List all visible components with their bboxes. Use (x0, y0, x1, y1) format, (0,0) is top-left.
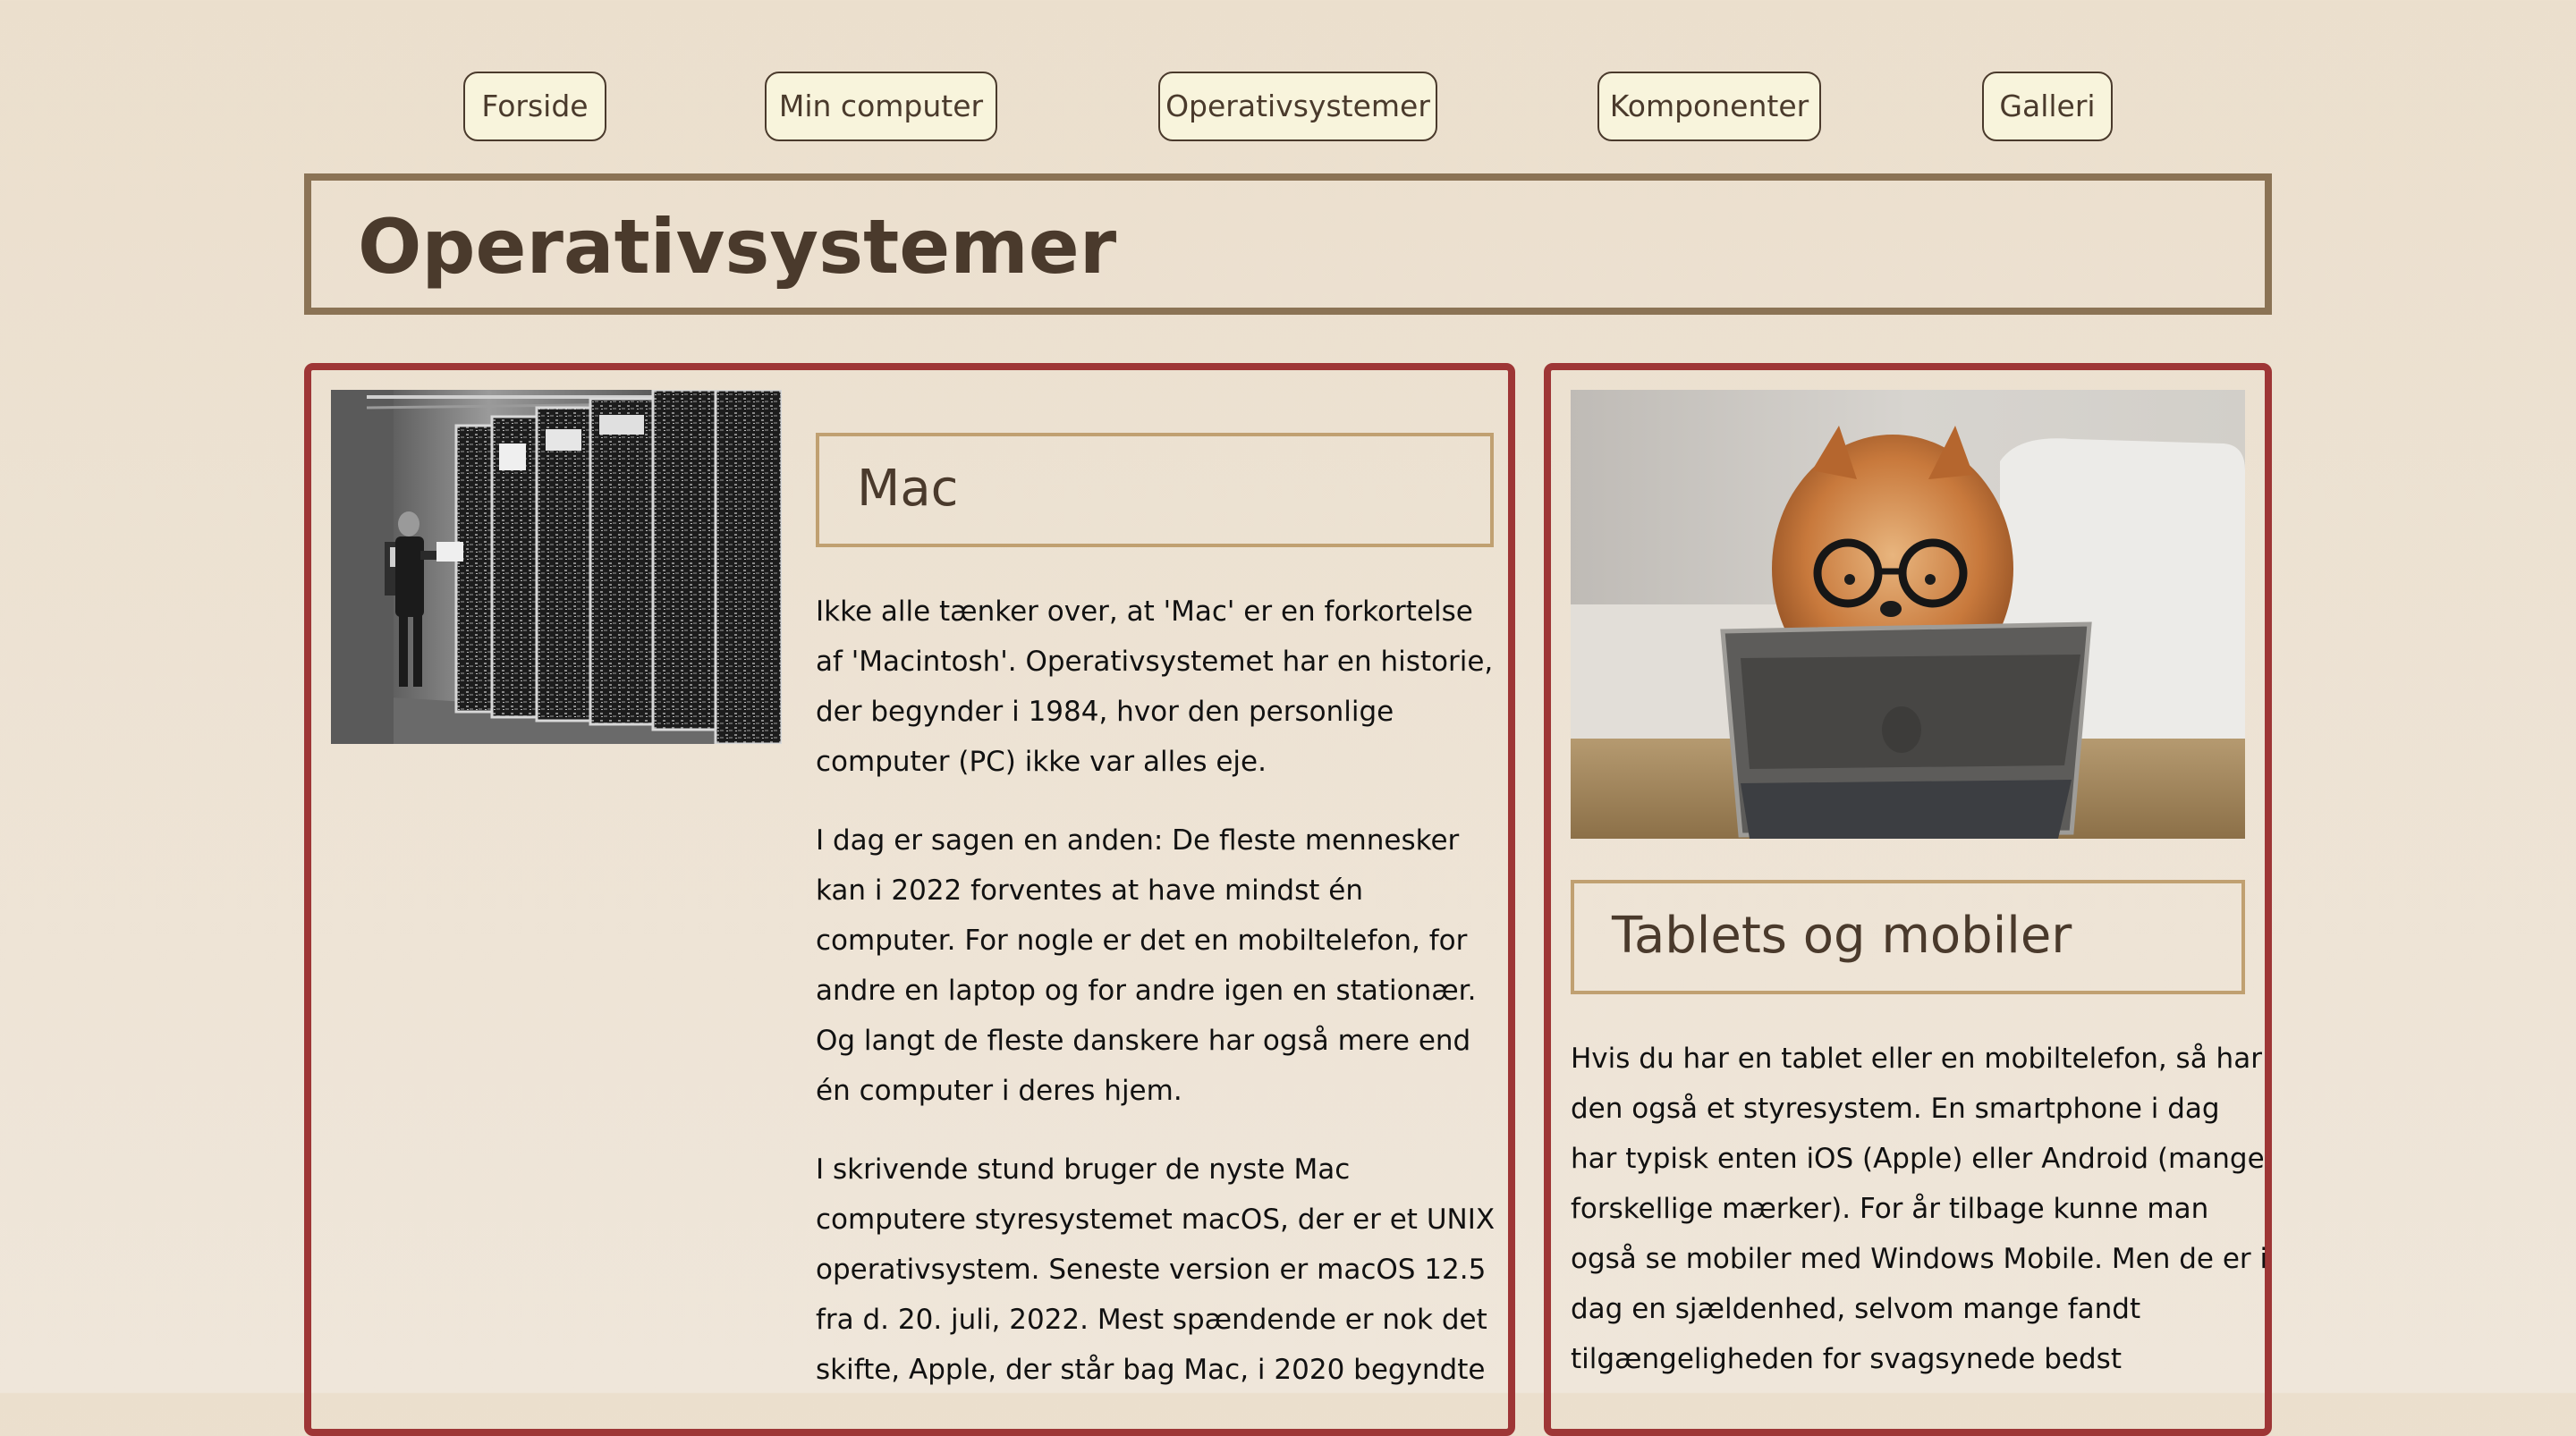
mac-section: Mac Ikke alle tænker over, at 'Mac' er e… (304, 363, 1515, 1436)
mac-heading: Mac (857, 460, 959, 518)
page-title: Operativsystemer (358, 203, 1117, 291)
mac-paragraph: I dag er sagen en anden: De fleste menne… (816, 824, 1477, 1107)
tablets-text: Hvis du har en tablet eller en mobiltele… (1571, 1034, 2268, 1413)
tablets-section: Tablets og mobiler Hvis du har en tablet… (1544, 363, 2272, 1436)
tablets-heading: Tablets og mobiler (1612, 907, 2072, 965)
nav-komponenter-button[interactable]: Komponenter (1597, 72, 1821, 141)
tablets-paragraph: Hvis du har en tablet eller en mobiltele… (1571, 1043, 2268, 1375)
dog-with-tablet-photo (1571, 390, 2245, 839)
main-nav: Forside Min computer Operativsystemer Ko… (0, 72, 2576, 145)
page-title-box: Operativsystemer (304, 173, 2272, 315)
nav-min-computer-button[interactable]: Min computer (765, 72, 997, 141)
nav-galleri-button[interactable]: Galleri (1982, 72, 2113, 141)
mac-text: Ikke alle tænker over, at 'Mac' er en fo… (816, 587, 1503, 1423)
mac-paragraph: Ikke alle tænker over, at 'Mac' er en fo… (816, 596, 1494, 778)
mac-heading-box: Mac (816, 433, 1494, 547)
tablets-heading-box: Tablets og mobiler (1571, 880, 2245, 994)
mac-paragraph: I skrivende stund bruger de nyste Mac co… (816, 1153, 1496, 1386)
nav-forside-button[interactable]: Forside (463, 72, 606, 141)
nav-operativsystemer-button[interactable]: Operativsystemer (1158, 72, 1437, 141)
mainframe-computer-photo (331, 390, 782, 744)
